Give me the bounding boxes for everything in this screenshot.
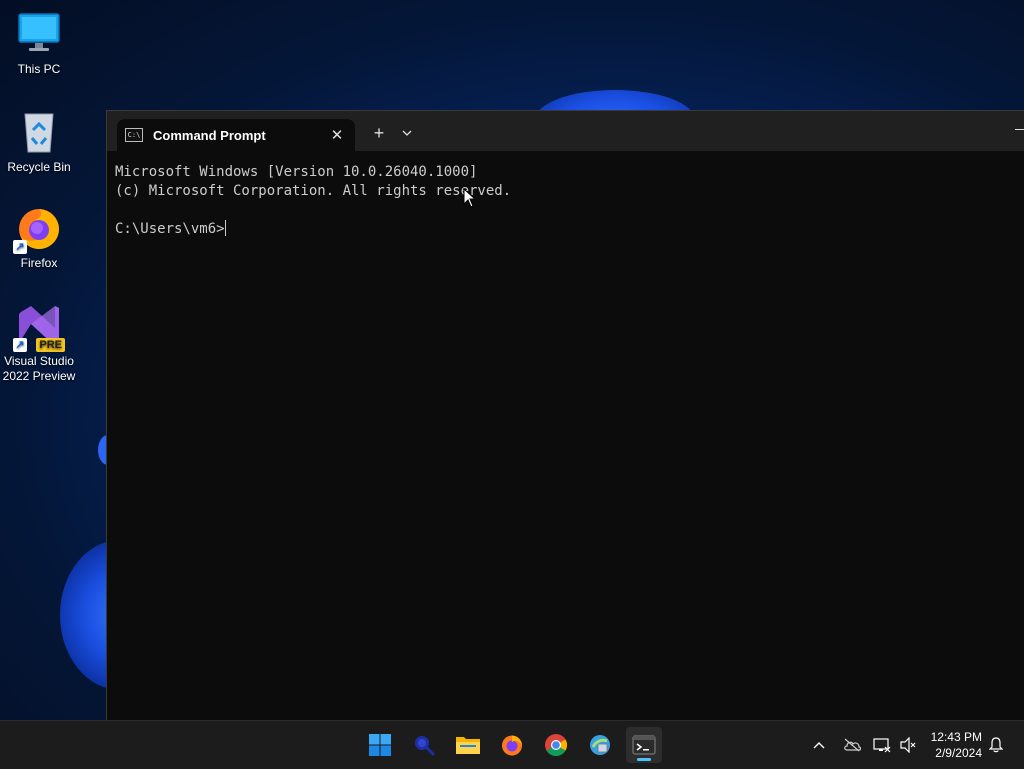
console-output[interactable]: Microsoft Windows [Version 10.0.26040.10… — [107, 151, 1024, 251]
volume-muted-icon — [900, 737, 916, 753]
clock-date: 2/9/2024 — [935, 746, 982, 760]
search-icon — [415, 736, 435, 756]
command-prompt-icon: C:\ — [125, 128, 143, 142]
chevron-down-icon — [402, 130, 412, 136]
text-caret — [224, 220, 226, 236]
chevron-up-icon — [813, 742, 825, 749]
mouse-cursor-icon — [463, 188, 475, 208]
terminal-icon — [632, 735, 656, 755]
console-prompt-line[interactable]: C:\Users\vm6> — [115, 220, 1017, 239]
start-button[interactable] — [362, 727, 398, 763]
file-explorer-button[interactable] — [450, 727, 486, 763]
volume-tray-button[interactable] — [898, 721, 918, 769]
desktop-icon-label: This PC — [17, 62, 61, 76]
show-hidden-icons-button[interactable] — [808, 721, 830, 769]
desktop-icon-visual-studio[interactable]: ↗ PRE Visual Studio 2022 Preview — [0, 302, 78, 384]
clock-button[interactable]: 12:43 PM 2/9/2024 — [931, 729, 982, 761]
monitor-icon — [15, 10, 63, 58]
taskbar: 12:43 PM 2/9/2024 — [0, 720, 1024, 769]
desktop-icon-label: Firefox — [20, 256, 58, 270]
control-panel-icon — [590, 735, 610, 755]
terminal-taskbar-button[interactable] — [626, 727, 662, 763]
search-button[interactable] — [406, 727, 442, 763]
console-line: (c) Microsoft Corporation. All rights re… — [115, 183, 512, 199]
file-explorer-icon — [456, 737, 480, 754]
tab-command-prompt[interactable]: C:\ Command Prompt ✕ — [117, 119, 355, 151]
bell-icon — [989, 737, 1003, 753]
terminal-window[interactable]: C:\ Command Prompt ✕ + Microsoft Windows… — [106, 110, 1024, 721]
visual-studio-icon: ↗ PRE — [13, 302, 65, 352]
desktop-icon-label: Visual Studio — [4, 354, 74, 368]
network-icon — [873, 738, 891, 753]
tab-dropdown-button[interactable] — [399, 123, 415, 143]
desktop-icon-label: Recycle Bin — [7, 160, 71, 174]
active-app-indicator — [637, 758, 651, 761]
firefox-taskbar-button[interactable] — [494, 727, 530, 763]
chrome-icon — [545, 734, 567, 756]
close-tab-icon[interactable]: ✕ — [325, 126, 349, 144]
shortcut-arrow-icon: ↗ — [13, 338, 27, 352]
desktop-icon-label: 2022 Preview — [2, 369, 76, 383]
notifications-button[interactable] — [986, 721, 1006, 769]
firefox-icon — [502, 735, 522, 756]
shortcut-arrow-icon: ↗ — [13, 240, 27, 254]
console-prompt: C:\Users\vm6> — [115, 221, 225, 237]
control-panel-taskbar-button[interactable] — [582, 727, 618, 763]
title-bar[interactable]: C:\ Command Prompt ✕ + — [107, 111, 1024, 151]
recycle-bin-icon — [15, 108, 63, 156]
desktop-icon-firefox[interactable]: ↗ Firefox — [0, 204, 78, 271]
firefox-icon: ↗ — [13, 204, 63, 254]
onedrive-tray-button[interactable] — [840, 721, 864, 769]
clock-time: 12:43 PM — [930, 730, 982, 744]
tab-title: Command Prompt — [153, 127, 266, 143]
new-tab-button[interactable]: + — [369, 123, 389, 143]
network-tray-button[interactable] — [872, 721, 892, 769]
start-icon — [369, 734, 391, 756]
desktop-icon-recycle-bin[interactable]: Recycle Bin — [0, 108, 78, 175]
minimize-button[interactable] — [1011, 123, 1024, 133]
chrome-taskbar-button[interactable] — [538, 727, 574, 763]
desktop-icon-this-pc[interactable]: This PC — [0, 10, 78, 77]
preview-badge: PRE — [36, 338, 65, 352]
onedrive-offline-icon — [844, 738, 861, 752]
console-line: Microsoft Windows [Version 10.0.26040.10… — [115, 164, 478, 180]
